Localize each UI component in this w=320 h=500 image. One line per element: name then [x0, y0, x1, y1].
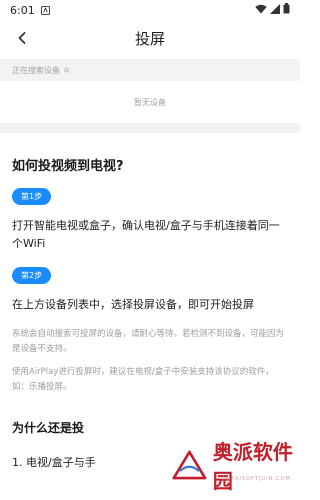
search-status-text: 正在搜索设备 [12, 65, 60, 75]
step-2: 第2步 在上方设备列表中，选择投屏设备，即可开始投屏 [12, 253, 288, 314]
back-button[interactable] [10, 26, 34, 50]
notification-icon [41, 5, 51, 15]
chevron-left-icon [18, 32, 26, 44]
guide-note: 使用AirPlay进行投屏时，建议在电视/盒子中安装支持该协议的软件，如：乐播投… [12, 367, 274, 392]
step-text: 打开智能电视或盒子，确认电视/盒子与手机连接着同一个WiFi [12, 219, 280, 250]
wifi-icon [255, 4, 267, 17]
faq-title: 为什么还是投 [12, 421, 85, 435]
section-divider [0, 123, 300, 133]
watermark-sub: AOPAISOFTJOIN.COM [222, 476, 291, 482]
watermark-logo-icon [172, 450, 207, 480]
signal-icon [270, 3, 280, 17]
device-list: 暂无设备 [0, 81, 300, 123]
nav-bar: 投屏 [0, 20, 300, 56]
step-badge: 第1步 [12, 188, 52, 205]
watermark-brand: 奥派软件园 [212, 440, 293, 493]
step-text: 在上方设备列表中，选择投屏设备，即可开始投屏 [12, 298, 254, 311]
guide-title: 如何投视频到电视? [12, 159, 124, 174]
empty-device-text: 暂无设备 [134, 97, 166, 107]
search-status-bar: 正在搜索设备 ✲ [0, 59, 300, 81]
status-time: 6:01 [10, 3, 35, 17]
guide-note: 系统会自动搜索可投屏的设备，请耐心等待。若检测不到设备，可能因为是设备不支持。 [12, 329, 285, 354]
step-1: 第1步 打开智能电视或盒子，确认电视/盒子与手机连接着同一个WiFi [12, 174, 288, 253]
step-badge: 第2步 [12, 267, 52, 284]
status-icons [255, 3, 290, 17]
watermark: 奥派软件园 AOPAISOFTJOIN.COM [172, 440, 300, 493]
spinner-icon: ✲ [63, 65, 70, 75]
guide-section: 如何投视频到电视? 第1步 打开智能电视或盒子，确认电视/盒子与手机连接着同一个… [0, 133, 300, 470]
battery-icon [283, 3, 290, 17]
status-bar: 6:01 [0, 0, 300, 20]
page-title: 投屏 [134, 29, 165, 48]
